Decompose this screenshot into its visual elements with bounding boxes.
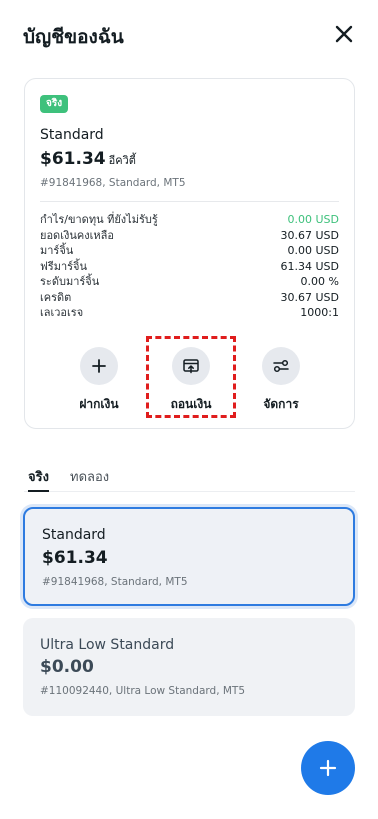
- account-tabs: จริง ทดลอง: [24, 466, 355, 492]
- stat-label: เลเวอเรจ: [40, 306, 84, 319]
- settings-sliders-icon: [273, 359, 289, 373]
- balance-value: $61.34: [40, 149, 106, 169]
- stat-label: มาร์จิ้น: [40, 244, 74, 257]
- manage-button[interactable]: จัดการ: [236, 347, 326, 417]
- account-item-meta: #110092440, Ultra Low Standard, MT5: [40, 685, 246, 697]
- account-name: Standard: [40, 127, 104, 143]
- page-title: บัญชีของฉัน: [23, 26, 124, 48]
- stat-row: กำไร/ขาดทุน ที่ยังไม่รับรู้ 0.00 USD: [40, 212, 339, 228]
- stat-row: เครดิต 30.67 USD: [40, 290, 339, 306]
- manage-icon-circle: [262, 347, 300, 385]
- close-button[interactable]: [332, 22, 356, 46]
- header: บัญชีของฉัน: [0, 0, 378, 66]
- stat-row: ระดับมาร์จิ้น 0.00 %: [40, 274, 339, 290]
- plus-icon: [92, 359, 106, 373]
- withdraw-highlight: [146, 336, 236, 418]
- deposit-label: ฝากเงิน: [79, 397, 119, 411]
- plus-icon: [319, 759, 337, 777]
- stat-value: 30.67 USD: [280, 228, 340, 242]
- stat-row: ฟรีมาร์จิ้น 61.34 USD: [40, 259, 339, 275]
- manage-label: จัดการ: [263, 397, 299, 411]
- stat-label: เครดิต: [40, 290, 72, 304]
- stat-label: ยอดเงินคงเหลือ: [40, 228, 114, 242]
- stat-row: ยอดเงินคงเหลือ 30.67 USD: [40, 228, 339, 244]
- stat-value: 61.34 USD: [280, 259, 340, 273]
- add-account-button[interactable]: [301, 741, 355, 795]
- account-stats: กำไร/ขาดทุน ที่ยังไม่รับรู้ 0.00 USD ยอด…: [40, 212, 339, 321]
- account-list-item[interactable]: Standard $61.34 #91841968, Standard, MT5: [23, 507, 355, 606]
- divider: [40, 201, 339, 202]
- stat-row: เลเวอเรจ 1000:1: [40, 305, 339, 321]
- stat-label: ระดับมาร์จิ้น: [40, 275, 100, 288]
- deposit-button[interactable]: ฝากเงิน: [54, 347, 144, 417]
- deposit-icon-circle: [80, 347, 118, 385]
- stat-value: 0.00 USD: [287, 244, 340, 257]
- stat-value: 0.00 USD: [287, 213, 340, 226]
- close-icon: [335, 25, 353, 43]
- tab-real[interactable]: จริง: [28, 466, 49, 492]
- account-item-balance: $0.00: [40, 657, 94, 677]
- equity-label: อีควิตี้: [108, 154, 136, 167]
- account-meta: #91841968, Standard, MT5: [40, 177, 186, 189]
- stat-value: 1000:1: [300, 306, 339, 319]
- tab-demo[interactable]: ทดลอง: [70, 466, 109, 492]
- account-item-name: Ultra Low Standard: [40, 637, 175, 653]
- account-item-name: Standard: [42, 527, 106, 543]
- stat-label: ฟรีมาร์จิ้น: [40, 259, 87, 273]
- stat-label: กำไร/ขาดทุน ที่ยังไม่รับรู้: [40, 213, 158, 226]
- stat-value: 0.00 %: [300, 275, 339, 288]
- account-item-balance: $61.34: [42, 548, 108, 568]
- account-list-item[interactable]: Ultra Low Standard $0.00 #110092440, Ult…: [23, 618, 355, 716]
- stat-value: 30.67 USD: [280, 290, 340, 304]
- stat-row: มาร์จิ้น 0.00 USD: [40, 243, 339, 259]
- account-type-badge: จริง: [40, 95, 69, 113]
- account-item-meta: #91841968, Standard, MT5: [42, 576, 188, 588]
- account-balance: $61.34 อีควิตี้: [40, 149, 136, 169]
